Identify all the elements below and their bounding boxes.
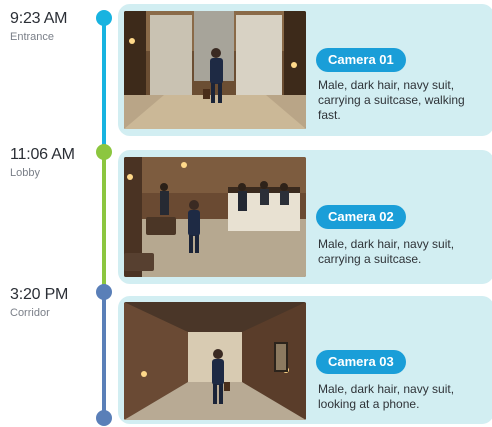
event-description: Male, dark hair, navy suit, looking at a…: [318, 382, 455, 411]
event-location: Entrance: [10, 31, 55, 43]
camera-event-card[interactable]: Camera 02 Male, dark hair, navy suit, ca…: [118, 150, 492, 284]
event-location: Lobby: [10, 167, 40, 179]
event-time: 11:06 AM: [10, 146, 75, 163]
camera-label-badge: Camera 03: [316, 350, 406, 374]
camera-snapshot-corridor[interactable]: [124, 302, 306, 420]
event-description: Male, dark hair, navy suit, carrying a s…: [318, 237, 455, 266]
timeline-dot-end: [96, 410, 112, 426]
timeline-dot-lobby: [96, 144, 112, 160]
event-description: Male, dark hair, navy suit, carrying a s…: [318, 78, 465, 122]
camera-event-card[interactable]: Camera 01 Male, dark hair, navy suit, ca…: [118, 4, 492, 136]
timeline-dot-entrance: [96, 10, 112, 26]
event-time-block: 9:23 AM Entrance: [10, 10, 98, 44]
event-location: Corridor: [10, 307, 50, 319]
camera-label-badge: Camera 02: [316, 205, 406, 229]
camera-snapshot-lobby[interactable]: [124, 157, 306, 277]
timeline-segment-3: [102, 292, 106, 418]
event-time-block: 11:06 AM Lobby: [10, 146, 98, 180]
timeline-segment-1: [102, 18, 106, 152]
camera-event-card[interactable]: Camera 03 Male, dark hair, navy suit, lo…: [118, 296, 492, 424]
event-time: 3:20 PM: [10, 286, 69, 303]
event-time: 9:23 AM: [10, 10, 68, 27]
camera-snapshot-entrance[interactable]: [124, 11, 306, 129]
timeline-dot-corridor: [96, 284, 112, 300]
camera-label-badge: Camera 01: [316, 48, 406, 72]
event-time-block: 3:20 PM Corridor: [10, 286, 98, 320]
timeline-segment-2: [102, 152, 106, 292]
